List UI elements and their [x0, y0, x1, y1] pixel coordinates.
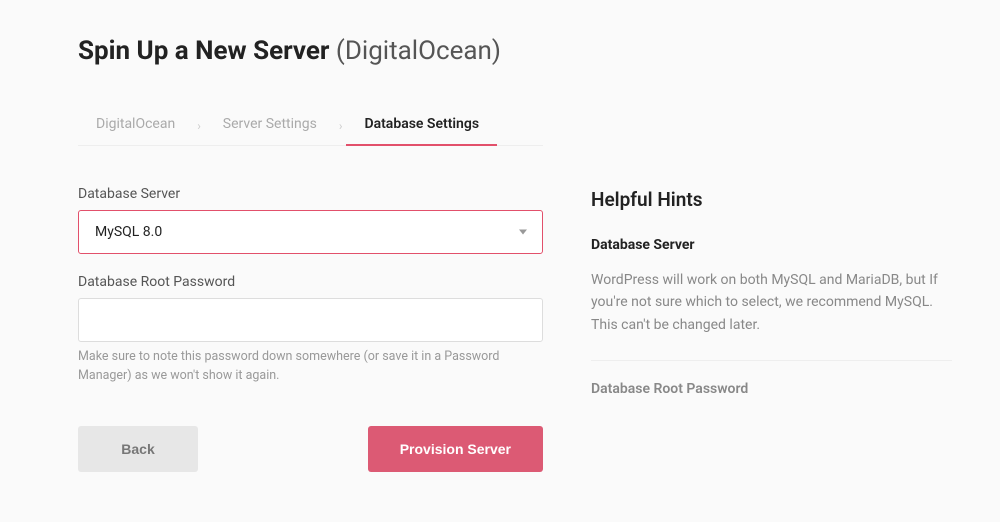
- db-root-password-label: Database Root Password: [78, 274, 543, 290]
- db-root-password-hint: Make sure to note this password down som…: [78, 348, 543, 386]
- db-server-select[interactable]: MySQL 8.0: [78, 210, 543, 254]
- chevron-right-icon: ›: [335, 119, 347, 133]
- tab-digitalocean[interactable]: DigitalOcean: [78, 106, 193, 146]
- tab-server-settings[interactable]: Server Settings: [205, 106, 335, 146]
- form-column: Database Server MySQL 8.0 Database Root …: [78, 186, 543, 472]
- caret-down-icon: [519, 230, 527, 235]
- hints-column: Helpful Hints Database Server WordPress …: [591, 186, 952, 472]
- provision-server-button[interactable]: Provision Server: [368, 426, 543, 472]
- form-actions: Back Provision Server: [78, 426, 543, 472]
- hints-db-server-heading: Database Server: [591, 237, 952, 253]
- page-title-provider: (DigitalOcean): [329, 36, 500, 66]
- hints-db-server-text: WordPress will work on both MySQL and Ma…: [591, 269, 952, 336]
- hints-divider: [591, 360, 952, 361]
- back-button[interactable]: Back: [78, 426, 198, 472]
- hints-db-root-password-heading: Database Root Password: [591, 381, 952, 397]
- wizard-tabs: DigitalOcean › Server Settings › Databas…: [78, 106, 543, 146]
- db-server-label: Database Server: [78, 186, 543, 202]
- chevron-right-icon: ›: [193, 119, 205, 133]
- hints-title: Helpful Hints: [591, 188, 952, 211]
- page-title: Spin Up a New Server (DigitalOcean): [78, 36, 952, 66]
- page-title-main: Spin Up a New Server: [78, 36, 329, 66]
- tab-database-settings[interactable]: Database Settings: [346, 106, 497, 146]
- db-server-value: MySQL 8.0: [95, 224, 162, 240]
- db-root-password-input[interactable]: [78, 298, 543, 342]
